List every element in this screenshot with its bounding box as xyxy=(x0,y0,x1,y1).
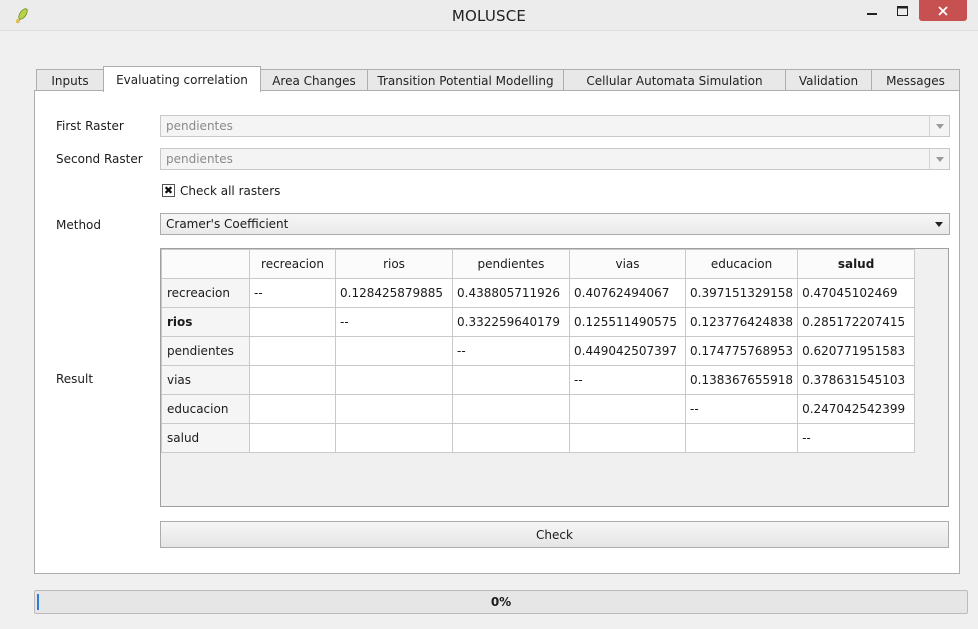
table-cell[interactable]: 0.332259640179 xyxy=(452,307,570,337)
result-table: recreacion rios pendientes vias educacio… xyxy=(161,249,916,453)
table-cell[interactable]: 0.123776424838 xyxy=(684,307,799,337)
tab-label: Cellular Automata Simulation xyxy=(586,73,763,88)
table-cell[interactable] xyxy=(452,423,570,453)
table-cell[interactable] xyxy=(249,365,336,395)
table-cell[interactable]: -- xyxy=(684,394,799,424)
table-cell[interactable] xyxy=(335,394,453,424)
tab-evaluating-correlation[interactable]: Evaluating correlation xyxy=(103,66,261,92)
column-header[interactable]: educacion xyxy=(684,249,799,279)
row-header[interactable]: pendientes xyxy=(161,336,250,366)
table-row: pendientes -- 0.449042507397 0.174775768… xyxy=(161,336,916,366)
result-table-frame[interactable]: recreacion rios pendientes vias educacio… xyxy=(160,248,949,507)
tab-label: Evaluating correlation xyxy=(116,72,248,87)
tab-area-changes[interactable]: Area Changes xyxy=(260,69,368,91)
table-cell[interactable] xyxy=(452,394,570,424)
table-cell[interactable]: 0.128425879885 xyxy=(335,278,453,308)
tab-transition-potential-modelling[interactable]: Transition Potential Modelling xyxy=(367,69,564,91)
minimize-button[interactable] xyxy=(858,0,886,21)
maximize-icon xyxy=(896,5,908,16)
table-cell[interactable] xyxy=(684,423,799,453)
row-header[interactable]: salud xyxy=(161,423,250,453)
table-cell[interactable] xyxy=(249,394,336,424)
first-raster-value: pendientes xyxy=(166,119,233,133)
tab-cellular-automata-simulation[interactable]: Cellular Automata Simulation xyxy=(563,69,786,91)
table-row: rios -- 0.332259640179 0.125511490575 0.… xyxy=(161,307,916,337)
table-cell[interactable]: -- xyxy=(249,278,336,308)
table-cell[interactable]: 0.125511490575 xyxy=(569,307,686,337)
chevron-down-icon xyxy=(929,116,949,136)
table-cell[interactable]: 0.247042542399 xyxy=(797,394,916,424)
checkmark-x-icon: ✖ xyxy=(163,184,174,197)
table-corner[interactable] xyxy=(161,249,250,279)
second-raster-value: pendientes xyxy=(166,152,233,166)
table-cell[interactable]: 0.47045102469 xyxy=(797,278,916,308)
table-cell[interactable]: -- xyxy=(797,423,916,453)
row-header[interactable]: rios xyxy=(161,307,250,337)
table-cell[interactable] xyxy=(569,394,686,424)
close-button[interactable] xyxy=(919,0,967,21)
table-cell[interactable]: 0.174775768953 xyxy=(684,336,799,366)
table-cell[interactable]: -- xyxy=(569,365,686,395)
check-all-rasters-label: Check all rasters xyxy=(180,184,281,198)
close-icon xyxy=(938,5,948,16)
column-header[interactable]: recreacion xyxy=(249,249,336,279)
column-header[interactable]: rios xyxy=(335,249,453,279)
maximize-button[interactable] xyxy=(888,0,916,21)
method-label: Method xyxy=(56,218,102,232)
chevron-down-icon xyxy=(929,149,949,169)
title-bar: MOLUSCE xyxy=(0,0,978,31)
table-cell[interactable] xyxy=(335,365,453,395)
tab-label: Messages xyxy=(886,73,945,88)
table-cell[interactable] xyxy=(249,307,336,337)
first-raster-select[interactable]: pendientes xyxy=(160,115,950,137)
tab-messages[interactable]: Messages xyxy=(871,69,960,91)
method-value: Cramer's Coefficient xyxy=(166,217,289,231)
table-cell[interactable]: 0.285172207415 xyxy=(797,307,916,337)
table-cell[interactable] xyxy=(335,336,453,366)
table-row: educacion -- 0.247042542399 xyxy=(161,394,916,424)
table-cell[interactable]: -- xyxy=(335,307,453,337)
result-label: Result xyxy=(56,372,94,386)
table-cell[interactable]: 0.138367655918 xyxy=(684,365,799,395)
progress-text: 0% xyxy=(490,595,512,609)
check-all-rasters-checkbox[interactable]: ✖ xyxy=(162,184,175,197)
first-raster-label: First Raster xyxy=(56,119,124,133)
row-header[interactable]: recreacion xyxy=(161,278,250,308)
column-header[interactable]: salud xyxy=(797,249,916,279)
method-select[interactable]: Cramer's Coefficient xyxy=(160,213,950,235)
table-cell[interactable] xyxy=(335,423,453,453)
second-raster-select[interactable]: pendientes xyxy=(160,148,950,170)
table-cell[interactable]: -- xyxy=(452,336,570,366)
row-header[interactable]: educacion xyxy=(161,394,250,424)
table-row: vias -- 0.138367655918 0.378631545103 xyxy=(161,365,916,395)
table-cell[interactable]: 0.378631545103 xyxy=(797,365,916,395)
table-cell[interactable] xyxy=(249,336,336,366)
minimize-icon xyxy=(867,12,877,15)
tab-validation[interactable]: Validation xyxy=(785,69,872,91)
table-cell[interactable]: 0.40762494067 xyxy=(569,278,686,308)
window-title: MOLUSCE xyxy=(451,7,527,25)
table-cell[interactable]: 0.438805711926 xyxy=(452,278,570,308)
column-header[interactable]: pendientes xyxy=(452,249,570,279)
table-cell[interactable]: 0.449042507397 xyxy=(569,336,686,366)
tab-label: Validation xyxy=(798,73,859,88)
tab-label: Area Changes xyxy=(272,73,356,88)
progress-bar: 0% xyxy=(34,590,968,614)
tab-label: Inputs xyxy=(51,73,89,88)
table-cell[interactable]: 0.397151329158 xyxy=(684,278,799,308)
check-button[interactable]: Check xyxy=(160,521,949,548)
second-raster-label: Second Raster xyxy=(56,152,143,166)
table-cell[interactable] xyxy=(569,423,686,453)
table-cell[interactable]: 0.620771951583 xyxy=(797,336,916,366)
chevron-down-icon xyxy=(929,214,949,234)
row-header[interactable]: vias xyxy=(161,365,250,395)
table-row: salud -- xyxy=(161,423,916,453)
table-cell[interactable] xyxy=(452,365,570,395)
table-cell[interactable] xyxy=(249,423,336,453)
column-header[interactable]: vias xyxy=(569,249,686,279)
tab-inputs[interactable]: Inputs xyxy=(36,69,104,91)
tab-label: Transition Potential Modelling xyxy=(377,73,554,88)
table-row: recreacion -- 0.128425879885 0.438805711… xyxy=(161,278,916,308)
